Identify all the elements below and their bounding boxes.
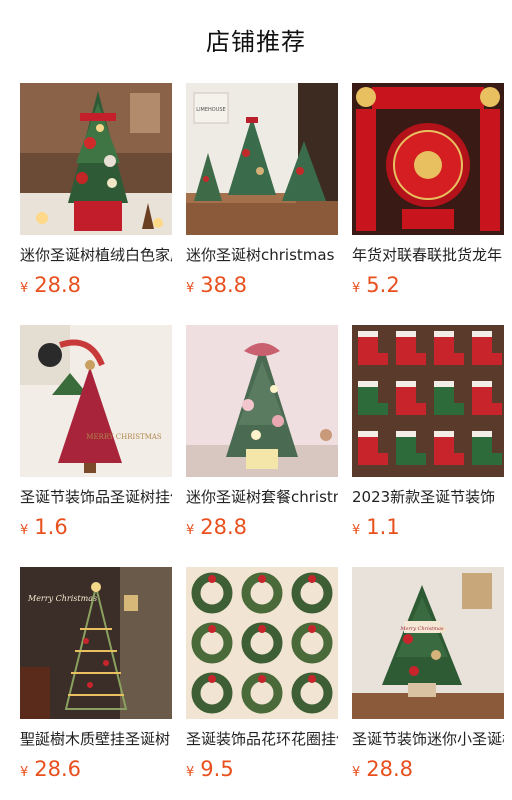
- ornament-text: MERRY CHRISTMAS: [86, 433, 162, 441]
- product-price: ¥ 28.6: [20, 757, 172, 781]
- product-name: 圣诞节装饰迷你小圣诞树: [352, 730, 504, 748]
- page-title: 店铺推荐: [206, 28, 306, 56]
- product-card[interactable]: Merry Christmas 聖誕樹木质壁挂圣诞树 ¥ 28.6: [20, 567, 172, 781]
- price-value: 1.1: [366, 515, 400, 539]
- price-value: 28.8: [200, 515, 248, 539]
- product-price: ¥ 38.8: [186, 273, 338, 297]
- wall-text: Merry Christmas: [27, 594, 97, 603]
- product-name: 圣诞节装饰品圣诞树挂件: [20, 488, 172, 506]
- product-price: ¥ 28.8: [352, 757, 504, 781]
- currency-symbol: ¥: [20, 523, 29, 538]
- price-value: 38.8: [200, 273, 248, 297]
- product-image[interactable]: MERRY CHRISTMAS: [20, 325, 172, 477]
- product-price: ¥ 1.6: [20, 515, 172, 539]
- price-value: 28.6: [34, 757, 82, 781]
- price-value: 1.6: [34, 515, 68, 539]
- product-card[interactable]: MERRY CHRISTMAS 圣诞节装饰品圣诞树挂件 ¥ 1.6: [20, 325, 172, 539]
- currency-symbol: ¥: [352, 281, 361, 296]
- currency-symbol: ¥: [20, 765, 29, 780]
- currency-symbol: ¥: [20, 281, 29, 296]
- shelf-brand-text: LIMEHOUSE: [196, 107, 225, 113]
- product-price: ¥ 1.1: [352, 515, 504, 539]
- product-card[interactable]: 年货对联春联批货龙年 ¥ 5.2: [352, 83, 504, 297]
- product-name: 聖誕樹木质壁挂圣诞树: [20, 730, 171, 748]
- product-image[interactable]: [20, 83, 172, 235]
- tree-sign-text: Merry Christmas: [399, 626, 444, 632]
- product-price: ¥ 5.2: [352, 273, 504, 297]
- product-price: ¥ 28.8: [20, 273, 172, 297]
- price-value: 28.8: [34, 273, 82, 297]
- product-card[interactable]: LIMEHOUSE 迷你圣诞树christmas ¥ 38.8: [186, 83, 338, 297]
- product-card[interactable]: Merry Christmas 圣诞节装饰迷你小圣诞树 ¥ 28.8: [352, 567, 504, 781]
- product-name: 年货对联春联批货龙年: [352, 246, 503, 264]
- product-image[interactable]: [186, 567, 338, 719]
- price-value: 9.5: [200, 757, 234, 781]
- product-image[interactable]: Merry Christmas: [352, 567, 504, 719]
- currency-symbol: ¥: [186, 523, 195, 538]
- product-name: 迷你圣诞树christmas: [186, 246, 335, 264]
- product-card[interactable]: 圣诞装饰品花环花圈挂件 ¥ 9.5: [186, 567, 338, 781]
- product-card[interactable]: 迷你圣诞树套餐christmas ¥ 28.8: [186, 325, 338, 539]
- product-name: 迷你圣诞树套餐christmas: [186, 488, 338, 506]
- product-name: 迷你圣诞树植绒白色家居: [20, 246, 172, 264]
- product-image[interactable]: LIMEHOUSE: [186, 83, 338, 235]
- product-price: ¥ 28.8: [186, 515, 338, 539]
- product-image[interactable]: Merry Christmas: [20, 567, 172, 719]
- product-card[interactable]: 迷你圣诞树植绒白色家居 ¥ 28.8: [20, 83, 172, 297]
- product-name: 圣诞装饰品花环花圈挂件: [186, 730, 338, 748]
- product-image[interactable]: [352, 83, 504, 235]
- product-price: ¥ 9.5: [186, 757, 338, 781]
- currency-symbol: ¥: [186, 281, 195, 296]
- product-card[interactable]: 2023新款圣诞节装饰 ¥ 1.1: [352, 325, 504, 539]
- currency-symbol: ¥: [352, 765, 361, 780]
- product-name: 2023新款圣诞节装饰: [352, 488, 496, 506]
- currency-symbol: ¥: [352, 523, 361, 538]
- price-value: 28.8: [366, 757, 414, 781]
- currency-symbol: ¥: [186, 765, 195, 780]
- product-grid: 迷你圣诞树植绒白色家居 ¥ 28.8 LIMEHOUSE 迷你圣诞树christ…: [20, 83, 504, 781]
- product-image[interactable]: [186, 325, 338, 477]
- price-value: 5.2: [366, 273, 400, 297]
- product-image[interactable]: [352, 325, 504, 477]
